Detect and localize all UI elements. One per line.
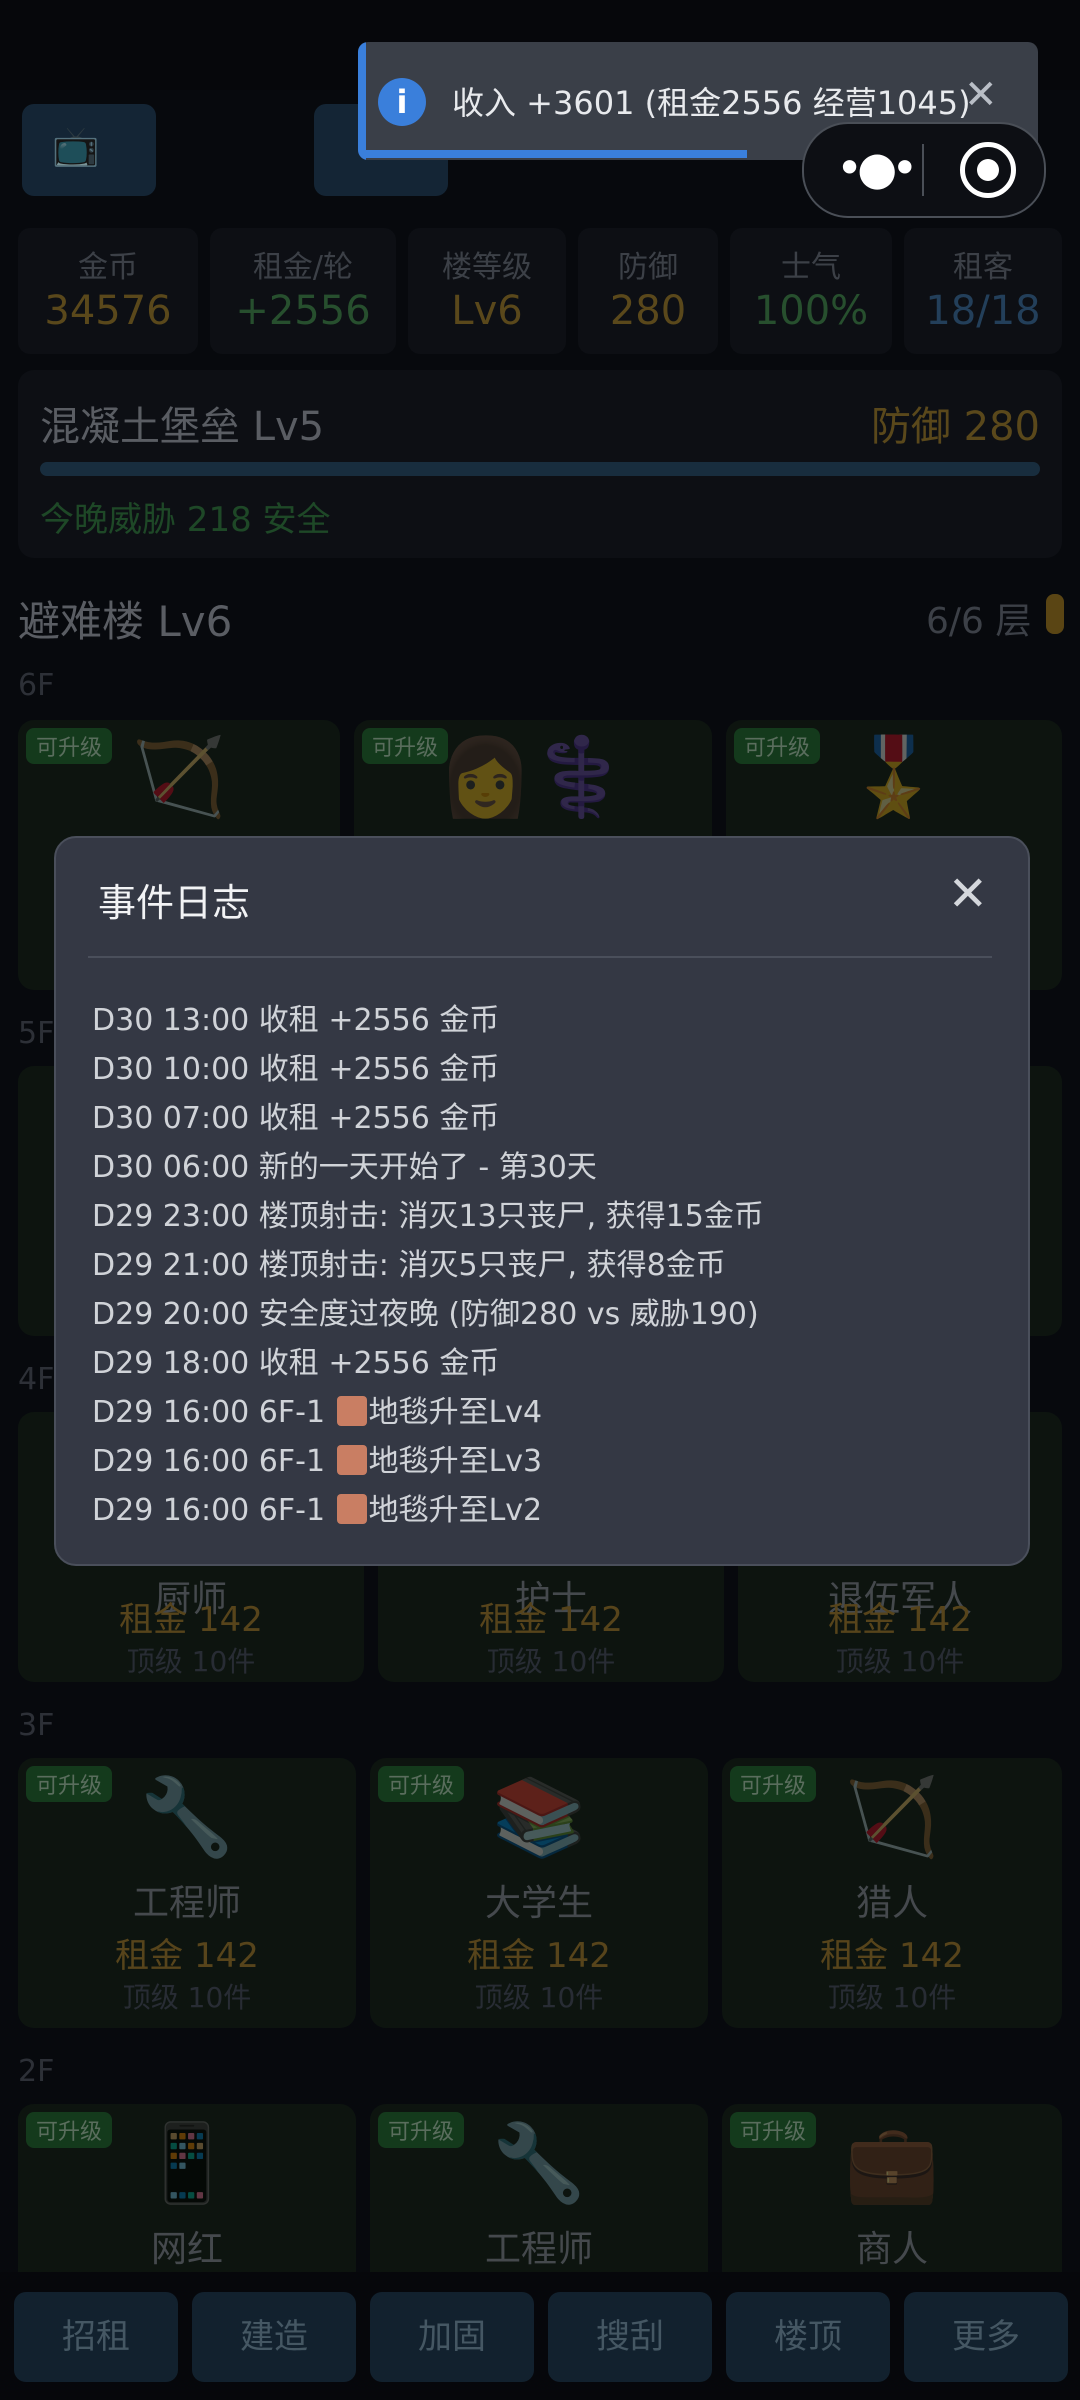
- log-entry: D29 20:00 安全度过夜晚 (防御280 vs 威胁190): [92, 1297, 759, 1332]
- log-prefix: D29 16:00 6F-1: [92, 1493, 335, 1528]
- carpet-icon: [336, 1396, 367, 1426]
- log-prefix: D29 16:00 6F-1: [92, 1395, 335, 1430]
- info-icon: i: [378, 78, 426, 126]
- carpet-icon: [336, 1494, 367, 1524]
- toast-accent: [358, 42, 366, 160]
- log-prefix: D29 16:00 6F-1: [92, 1444, 335, 1479]
- log-entry: D29 16:00 6F-1 地毯升至Lv3: [92, 1437, 992, 1486]
- log-suffix: 地毯升至Lv3: [368, 1444, 543, 1479]
- close-icon[interactable]: ✕: [948, 866, 988, 922]
- log-entry: D29 23:00 楼顶射击: 消灭13只丧尸, 获得15金币: [92, 1199, 764, 1234]
- exit-target-icon[interactable]: [960, 142, 1016, 198]
- toast-message: 收入 +3601 (租金2556 经营1045): [452, 84, 971, 122]
- more-options-icon[interactable]: •●•: [836, 142, 918, 194]
- miniprogram-capsule: •●•: [802, 122, 1046, 218]
- close-icon[interactable]: ✕: [964, 72, 998, 118]
- log-entry: D29 16:00 6F-1 地毯升至Lv2: [92, 1486, 992, 1535]
- log-entry: D29 16:00 6F-1 地毯升至Lv4: [92, 1388, 992, 1437]
- carpet-icon: [336, 1445, 367, 1475]
- log-entry: D30 07:00 收租 +2556 金币: [92, 1101, 500, 1136]
- log-entry: D30 13:00 收租 +2556 金币: [92, 1003, 500, 1038]
- log-suffix: 地毯升至Lv4: [368, 1395, 543, 1430]
- capsule-divider: [922, 144, 924, 196]
- modal-title: 事件日志: [98, 881, 251, 925]
- log-entry: D29 18:00 收租 +2556 金币: [92, 1346, 500, 1381]
- event-log-modal: 事件日志 ✕ D30 13:00 收租 +2556 金币 D30 10:00 收…: [54, 836, 1030, 1566]
- modal-divider: [88, 956, 992, 958]
- toast-progress: [366, 150, 747, 158]
- log-suffix: 地毯升至Lv2: [368, 1493, 543, 1528]
- log-entry: D29 21:00 楼顶射击: 消灭5只丧尸, 获得8金币: [92, 1248, 726, 1283]
- log-entry: D30 10:00 收租 +2556 金币: [92, 1052, 500, 1087]
- event-log-list: D30 13:00 收租 +2556 金币 D30 10:00 收租 +2556…: [92, 996, 992, 1535]
- log-entry: D30 06:00 新的一天开始了 - 第30天: [92, 1150, 597, 1185]
